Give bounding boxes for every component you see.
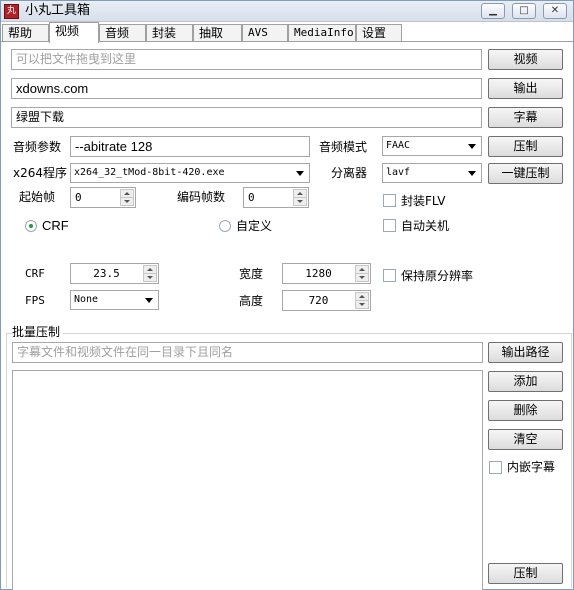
start-frame-stepper[interactable]: 0: [70, 187, 136, 208]
window-title: 小丸工具箱: [25, 3, 91, 18]
spin-down-icon[interactable]: [355, 273, 369, 282]
auto-shutdown-label: 自动关机: [401, 219, 450, 233]
auto-shutdown-checkbox[interactable]: [383, 219, 396, 232]
x264-value: x264_32_tMod-8bit-420.exe: [74, 167, 225, 178]
output-path-button[interactable]: 输出路径: [488, 342, 563, 363]
chevron-down-icon: [468, 171, 476, 176]
crf-mode-radio[interactable]: [25, 220, 37, 232]
batch-compress-button[interactable]: 压制: [488, 563, 563, 584]
chevron-down-icon: [468, 144, 476, 149]
keep-resolution-checkbox[interactable]: [383, 269, 396, 282]
separator-label: 分离器: [331, 166, 368, 180]
tab-mux[interactable]: 封装: [146, 24, 193, 42]
tab-avs[interactable]: AVS: [242, 24, 288, 42]
tab-audio[interactable]: 音频: [99, 24, 146, 42]
spin-down-icon[interactable]: [355, 300, 369, 309]
app-window: 丸 小丸工具箱 ▁ □ ✕ 帮助 视频 音频 封装 抽取 AVS MediaIn…: [0, 0, 574, 590]
app-logo-icon: 丸: [4, 4, 19, 19]
output-button[interactable]: 输出: [488, 78, 563, 99]
width-label: 宽度: [239, 267, 264, 281]
close-button[interactable]: ✕: [543, 3, 567, 19]
one-click-compress-button[interactable]: 一键压制: [488, 163, 563, 184]
crf-stepper[interactable]: 23.5: [70, 263, 159, 284]
keep-resolution-label: 保持原分辨率: [401, 269, 474, 283]
spin-down-icon[interactable]: [120, 197, 134, 206]
tab-extract[interactable]: 抽取: [193, 24, 242, 42]
spin-down-icon[interactable]: [143, 273, 157, 282]
x264-label: x264程序: [13, 166, 68, 180]
delete-button[interactable]: 删除: [488, 400, 563, 421]
tab-video[interactable]: 视频: [49, 22, 99, 43]
fps-select[interactable]: None: [70, 290, 159, 310]
width-stepper[interactable]: 1280: [282, 263, 371, 284]
crf-mode-label: CRF: [42, 218, 69, 233]
embed-subtitle-label: 内嵌字幕: [507, 460, 556, 474]
embed-subtitle-checkbox[interactable]: [489, 461, 502, 474]
batch-file-list[interactable]: [12, 370, 483, 590]
tab-help[interactable]: 帮助: [2, 24, 49, 42]
encode-frames-value: 0: [248, 191, 255, 204]
audio-mode-label: 音频模式: [319, 140, 368, 154]
separator-value: lavf: [386, 167, 411, 178]
output-field[interactable]: xdowns.com: [11, 78, 482, 99]
encode-frames-label: 编码帧数: [177, 190, 226, 204]
fps-value: None: [74, 294, 99, 305]
fps-label: FPS: [25, 294, 45, 307]
clear-button[interactable]: 清空: [488, 429, 563, 450]
audio-mode-value: FAAC: [386, 140, 411, 151]
height-value: 720: [308, 294, 329, 307]
height-stepper[interactable]: 720: [282, 290, 371, 311]
maximize-button[interactable]: □: [512, 3, 536, 19]
audio-params-label: 音频参数: [13, 140, 62, 154]
mux-flv-checkbox[interactable]: [383, 194, 396, 207]
start-frame-value: 0: [75, 191, 82, 204]
spin-down-icon[interactable]: [293, 197, 307, 206]
tab-mediainfo[interactable]: MediaInfo: [288, 24, 356, 42]
subtitle-button[interactable]: 字幕: [488, 107, 563, 128]
compress-button[interactable]: 压制: [488, 136, 563, 157]
minimize-button[interactable]: ▁: [481, 3, 505, 19]
title-bar[interactable]: 丸 小丸工具箱 ▁ □ ✕: [1, 1, 573, 22]
chevron-down-icon: [296, 171, 304, 176]
chevron-down-icon: [145, 298, 153, 303]
video-button[interactable]: 视频: [488, 49, 563, 70]
audio-params-field[interactable]: --abitrate 128: [70, 136, 310, 157]
crf-value: 23.5: [93, 267, 120, 280]
custom-mode-label: 自定义: [236, 219, 273, 233]
audio-mode-select[interactable]: FAAC: [382, 136, 482, 156]
separator-select[interactable]: lavf: [382, 163, 482, 183]
crf-label: CRF: [25, 267, 45, 280]
subtitle-field[interactable]: 绿盟下载: [11, 107, 482, 128]
video-input-field[interactable]: 可以把文件拖曳到这里: [11, 49, 482, 70]
encode-frames-stepper[interactable]: 0: [243, 187, 309, 208]
tab-settings[interactable]: 设置: [356, 24, 402, 42]
width-value: 1280: [305, 267, 332, 280]
mux-flv-label: 封装FLV: [401, 194, 446, 208]
x264-select[interactable]: x264_32_tMod-8bit-420.exe: [70, 163, 310, 183]
add-button[interactable]: 添加: [488, 371, 563, 392]
start-frame-label: 起始帧: [19, 190, 56, 204]
tab-bar: 帮助 视频 音频 封装 抽取 AVS MediaInfo 设置: [1, 22, 573, 43]
custom-mode-radio[interactable]: [219, 220, 231, 232]
batch-hint-field[interactable]: 字幕文件和视频文件在同一目录下且同名: [12, 342, 483, 363]
batch-group-title: 批量压制: [12, 324, 64, 340]
height-label: 高度: [239, 294, 264, 308]
